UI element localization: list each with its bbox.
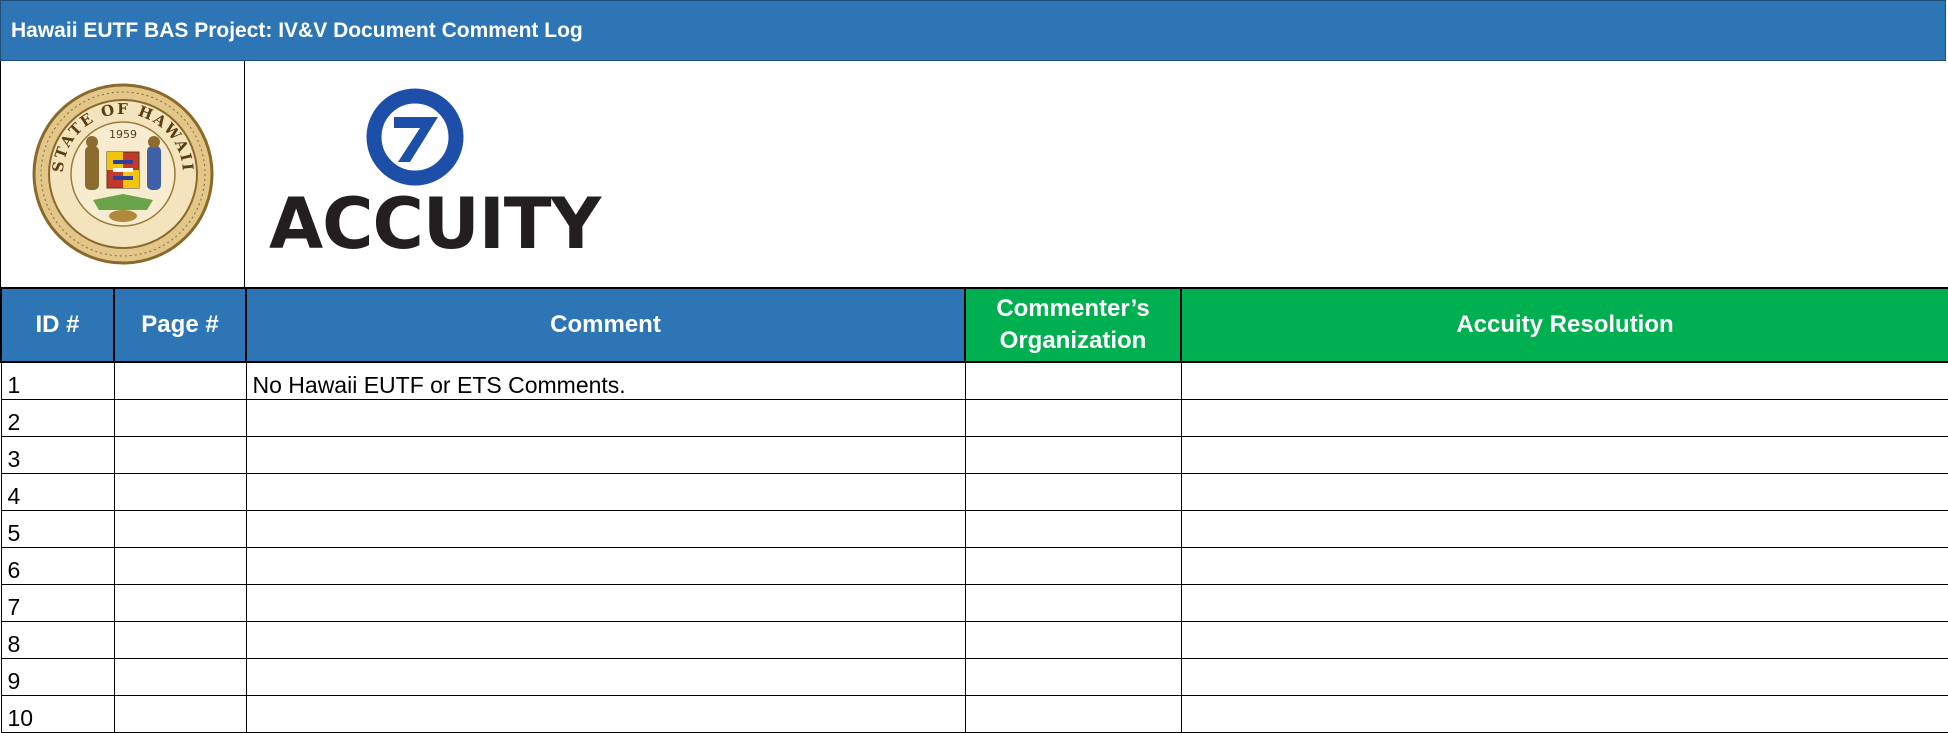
- comment-cell[interactable]: [245, 547, 966, 585]
- comment-cell[interactable]: [245, 695, 966, 733]
- comment-cell[interactable]: No Hawaii EUTF or ETS Comments.: [245, 361, 966, 400]
- id-cell[interactable]: 6: [0, 547, 115, 585]
- organization-cell[interactable]: [964, 436, 1182, 474]
- table-header-row: ID # Page # Comment Commenter’s Organiza…: [0, 287, 1948, 363]
- accuity-logo-icon: [366, 88, 464, 186]
- comment-cell[interactable]: [245, 621, 966, 659]
- table-body: 1 No Hawaii EUTF or ETS Comments. 2 3 4 5 6 7 8 9…: [0, 361, 1948, 733]
- page-cell[interactable]: [113, 436, 247, 474]
- organization-cell[interactable]: [964, 547, 1182, 585]
- table-row: 1 No Hawaii EUTF or ETS Comments.: [0, 361, 1948, 400]
- id-cell[interactable]: 9: [0, 658, 115, 696]
- table-row: 8: [0, 621, 1948, 659]
- page-title: Hawaii EUTF BAS Project: IV&V Document C…: [0, 0, 1946, 61]
- id-cell[interactable]: 8: [0, 621, 115, 659]
- table-row: 3: [0, 436, 1948, 474]
- comment-cell[interactable]: [245, 473, 966, 511]
- comment-cell[interactable]: [245, 658, 966, 696]
- comment-log-sheet: Hawaii EUTF BAS Project: IV&V Document C…: [0, 0, 1948, 733]
- comment-cell[interactable]: [245, 510, 966, 548]
- resolution-cell[interactable]: [1180, 436, 1948, 474]
- column-header-id: ID #: [0, 287, 115, 363]
- table-row: 9: [0, 658, 1948, 696]
- table-row: 7: [0, 584, 1948, 622]
- id-cell[interactable]: 5: [0, 510, 115, 548]
- page-cell[interactable]: [113, 695, 247, 733]
- resolution-cell[interactable]: [1180, 399, 1948, 437]
- resolution-cell[interactable]: [1180, 621, 1948, 659]
- table-row: 10: [0, 695, 1948, 733]
- page-cell[interactable]: [113, 658, 247, 696]
- organization-cell[interactable]: [964, 584, 1182, 622]
- id-cell[interactable]: 3: [0, 436, 115, 474]
- resolution-cell[interactable]: [1180, 361, 1948, 400]
- organization-cell[interactable]: [964, 621, 1182, 659]
- page-cell[interactable]: [113, 510, 247, 548]
- resolution-cell[interactable]: [1180, 547, 1948, 585]
- organization-cell[interactable]: [964, 510, 1182, 548]
- page-cell[interactable]: [113, 399, 247, 437]
- resolution-cell[interactable]: [1180, 510, 1948, 548]
- organization-cell[interactable]: [964, 399, 1182, 437]
- table-row: 4: [0, 473, 1948, 511]
- page-cell[interactable]: [113, 473, 247, 511]
- state-of-hawaii-seal-icon: STATE OF HAWAII 1959: [32, 83, 213, 265]
- id-cell[interactable]: 2: [0, 399, 115, 437]
- seal-cell: STATE OF HAWAII 1959: [0, 61, 245, 287]
- comment-log-table: ID # Page # Comment Commenter’s Organiza…: [0, 287, 1948, 733]
- comment-cell[interactable]: [245, 399, 966, 437]
- id-cell[interactable]: 7: [0, 584, 115, 622]
- accuity-wordmark: ACCUITY: [269, 183, 601, 265]
- vendor-logo-cell: ACCUITY: [245, 61, 1948, 287]
- id-cell[interactable]: 10: [0, 695, 115, 733]
- seal-year: 1959: [109, 128, 137, 141]
- resolution-cell[interactable]: [1180, 658, 1948, 696]
- column-header-organization: Commenter’s Organization: [964, 287, 1182, 363]
- column-header-page: Page #: [113, 287, 247, 363]
- id-cell[interactable]: 4: [0, 473, 115, 511]
- table-row: 6: [0, 547, 1948, 585]
- organization-cell[interactable]: [964, 658, 1182, 696]
- page-cell[interactable]: [113, 547, 247, 585]
- logo-row: STATE OF HAWAII 1959 ACCUITY: [0, 61, 1948, 287]
- table-row: 5: [0, 510, 1948, 548]
- table-row: 2: [0, 399, 1948, 437]
- id-cell[interactable]: 1: [0, 361, 115, 400]
- resolution-cell[interactable]: [1180, 695, 1948, 733]
- resolution-cell[interactable]: [1180, 473, 1948, 511]
- organization-cell[interactable]: [964, 695, 1182, 733]
- column-header-resolution: Accuity Resolution: [1180, 287, 1948, 363]
- comment-cell[interactable]: [245, 584, 966, 622]
- page-cell[interactable]: [113, 621, 247, 659]
- organization-cell[interactable]: [964, 361, 1182, 400]
- page-cell[interactable]: [113, 584, 247, 622]
- organization-cell[interactable]: [964, 473, 1182, 511]
- resolution-cell[interactable]: [1180, 584, 1948, 622]
- page-cell[interactable]: [113, 361, 247, 400]
- column-header-comment: Comment: [245, 287, 966, 363]
- comment-cell[interactable]: [245, 436, 966, 474]
